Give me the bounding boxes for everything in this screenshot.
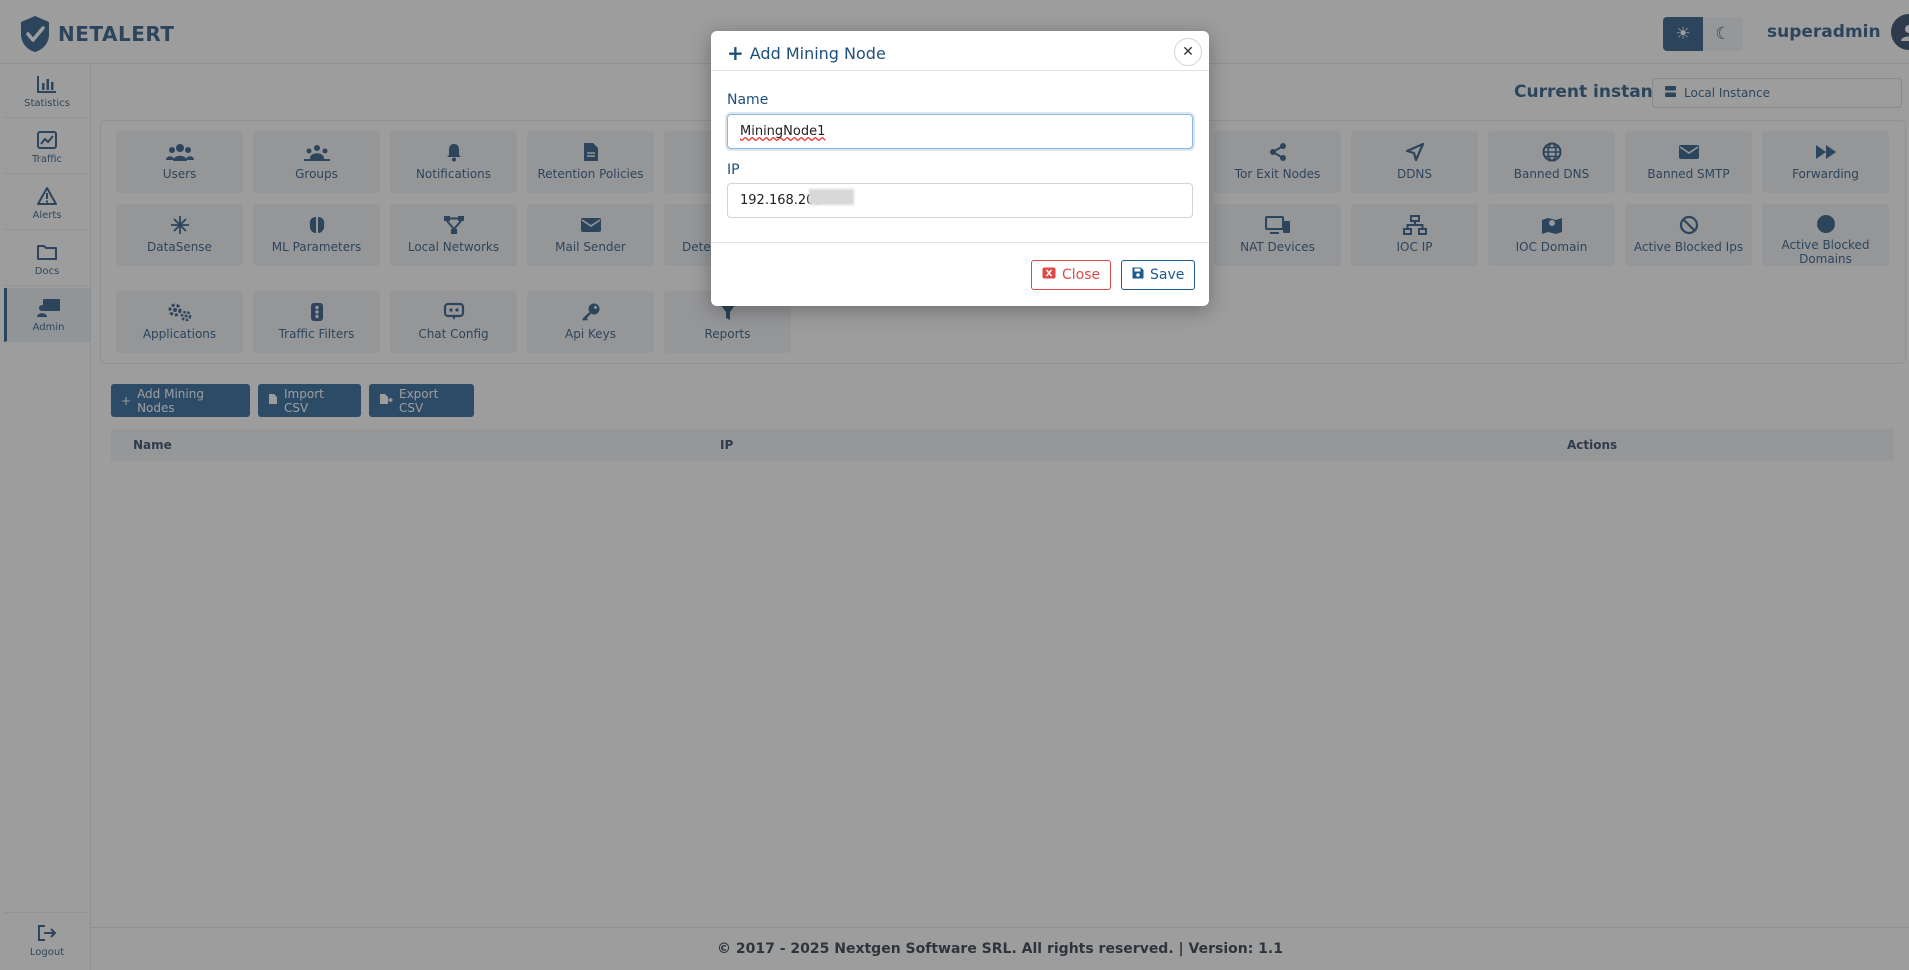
close-button-label: Close xyxy=(1062,267,1101,283)
redacted-ip-octet xyxy=(809,189,854,205)
name-label: Name xyxy=(727,92,769,108)
ip-input[interactable]: 192.168.200 xyxy=(727,183,1193,218)
modal-title: + Add Mining Node xyxy=(727,41,886,65)
modal-header: + Add Mining Node ✕ xyxy=(711,31,1209,71)
save-button[interactable]: Save xyxy=(1121,260,1196,290)
close-icon: ✕ xyxy=(1182,44,1194,60)
close-button[interactable]: Close xyxy=(1031,260,1112,290)
modal-divider xyxy=(711,242,1209,243)
add-mining-node-modal: + Add Mining Node ✕ Name MiningNode1 IP … xyxy=(711,31,1209,306)
close-square-icon xyxy=(1042,267,1056,283)
save-button-label: Save xyxy=(1150,267,1185,283)
floppy-disk-icon xyxy=(1132,267,1144,283)
name-input[interactable]: MiningNode1 xyxy=(727,114,1193,149)
modal-title-text: Add Mining Node xyxy=(749,43,886,63)
ip-label: IP xyxy=(727,162,740,178)
plus-icon: + xyxy=(727,41,744,65)
name-input-value: MiningNode1 xyxy=(740,124,826,139)
modal-close-button[interactable]: ✕ xyxy=(1174,38,1202,66)
